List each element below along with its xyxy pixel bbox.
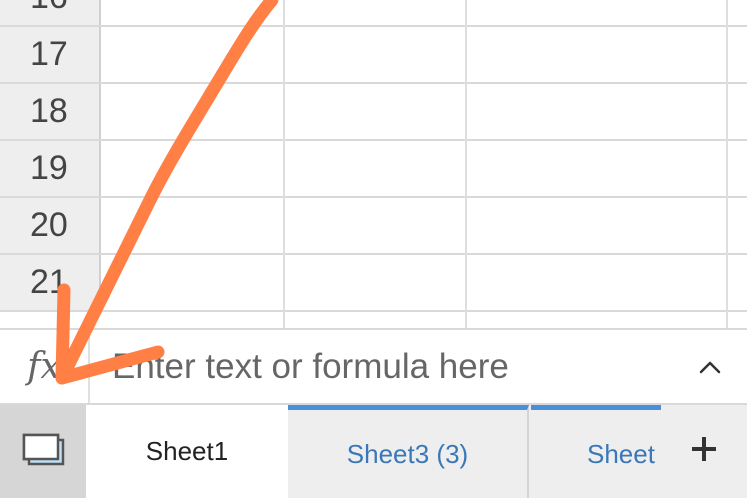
grid-row[interactable]: 16 <box>0 0 747 27</box>
row-header[interactable]: 18 <box>0 84 101 139</box>
fx-icon: fx <box>27 346 61 387</box>
grid-row[interactable]: 17 <box>0 27 747 84</box>
column-divider <box>465 0 467 328</box>
grid-row[interactable]: 18 <box>0 84 747 141</box>
row-header[interactable]: 20 <box>0 198 101 253</box>
tab-sheet3-3[interactable]: Sheet3 (3) <box>288 405 529 498</box>
sheet-tab-bar: Sheet1 Sheet3 (3) Sheet <box>0 405 747 498</box>
row-header[interactable]: 19 <box>0 141 101 196</box>
column-divider <box>726 0 728 328</box>
function-button[interactable]: fx <box>0 330 90 403</box>
plus-icon[interactable] <box>686 431 722 467</box>
row-header[interactable]: 21 <box>0 255 101 310</box>
sheets-list-icon <box>21 431 65 472</box>
sheets-list-button[interactable] <box>0 405 86 498</box>
tab-sheet-partial[interactable]: Sheet <box>531 405 661 498</box>
column-divider <box>283 0 285 328</box>
chevron-up-icon[interactable] <box>695 352 725 382</box>
tab-sheet1[interactable]: Sheet1 <box>86 405 288 498</box>
grid-row[interactable]: 21 <box>0 255 747 312</box>
spreadsheet-grid[interactable]: 16 17 18 19 20 21 <box>0 0 747 328</box>
grid-row[interactable]: 19 <box>0 141 747 198</box>
grid-row[interactable]: 20 <box>0 198 747 255</box>
row-header[interactable]: 17 <box>0 27 101 82</box>
row-header[interactable]: 16 <box>0 0 101 25</box>
formula-input[interactable] <box>112 342 672 392</box>
formula-bar: fx <box>0 328 747 405</box>
